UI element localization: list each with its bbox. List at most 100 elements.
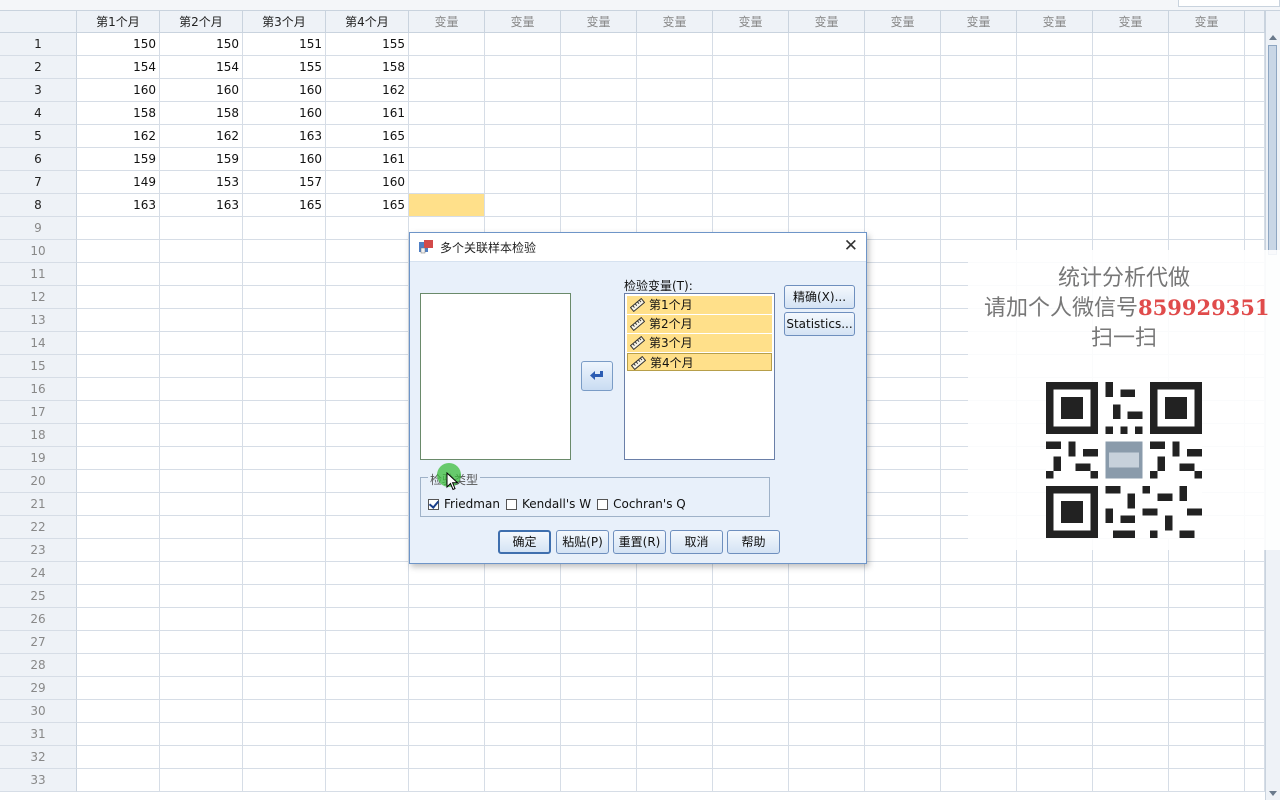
data-cell[interactable]: 154 [77, 56, 160, 79]
scroll-down-icon[interactable] [1269, 791, 1277, 796]
data-cell[interactable] [1017, 631, 1093, 654]
data-cell[interactable] [243, 332, 326, 355]
data-cell[interactable] [1093, 723, 1169, 746]
data-cell[interactable]: 150 [160, 33, 243, 56]
data-cell[interactable] [1093, 677, 1169, 700]
data-cell[interactable]: 165 [326, 194, 409, 217]
data-cell[interactable] [865, 240, 941, 263]
data-cell[interactable] [713, 723, 789, 746]
test-type-option[interactable]: Cochran's Q [597, 497, 686, 511]
data-cell[interactable] [941, 102, 1017, 125]
data-cell[interactable] [485, 723, 561, 746]
row-number[interactable]: 16 [0, 378, 77, 401]
data-cell[interactable] [160, 332, 243, 355]
help-button[interactable]: 帮助 [727, 530, 780, 554]
data-cell[interactable] [326, 378, 409, 401]
data-cell[interactable] [409, 677, 485, 700]
data-cell[interactable] [865, 125, 941, 148]
data-cell[interactable] [485, 102, 561, 125]
row-number[interactable]: 2 [0, 56, 77, 79]
data-cell[interactable] [326, 677, 409, 700]
data-cell[interactable] [485, 654, 561, 677]
data-cell[interactable] [77, 217, 160, 240]
data-cell[interactable] [243, 631, 326, 654]
data-cell[interactable] [713, 194, 789, 217]
data-cell[interactable] [789, 102, 865, 125]
data-cell[interactable] [243, 723, 326, 746]
data-cell[interactable]: 160 [243, 79, 326, 102]
row-number[interactable]: 27 [0, 631, 77, 654]
data-cell[interactable] [409, 631, 485, 654]
data-cell[interactable] [1017, 700, 1093, 723]
data-cell[interactable] [1017, 194, 1093, 217]
data-cell[interactable] [865, 516, 941, 539]
data-cell[interactable] [77, 746, 160, 769]
data-cell[interactable] [561, 723, 637, 746]
data-cell[interactable] [1169, 217, 1245, 240]
row-number[interactable]: 28 [0, 654, 77, 677]
data-cell[interactable] [865, 309, 941, 332]
data-cell[interactable] [243, 654, 326, 677]
data-cell[interactable] [243, 585, 326, 608]
close-icon[interactable]: ✕ [844, 236, 858, 256]
data-cell[interactable] [160, 585, 243, 608]
data-cell[interactable] [637, 723, 713, 746]
data-cell[interactable] [326, 286, 409, 309]
row-number[interactable]: 25 [0, 585, 77, 608]
data-cell[interactable] [865, 33, 941, 56]
data-cell[interactable] [243, 539, 326, 562]
data-cell[interactable] [243, 309, 326, 332]
column-header[interactable]: 变量 [1017, 11, 1093, 33]
data-cell[interactable] [485, 125, 561, 148]
data-cell[interactable] [941, 769, 1017, 792]
data-cell[interactable] [865, 654, 941, 677]
data-cell[interactable] [637, 746, 713, 769]
data-cell[interactable] [789, 56, 865, 79]
column-header[interactable]: 第1个月 [77, 11, 160, 33]
data-cell[interactable] [789, 171, 865, 194]
test-type-option[interactable]: Friedman [428, 497, 500, 511]
data-cell[interactable]: 154 [160, 56, 243, 79]
data-cell[interactable] [326, 723, 409, 746]
data-cell[interactable]: 160 [160, 79, 243, 102]
data-cell[interactable] [865, 700, 941, 723]
data-cell[interactable] [77, 723, 160, 746]
data-cell[interactable] [637, 102, 713, 125]
data-cell[interactable] [326, 562, 409, 585]
data-cell[interactable] [409, 769, 485, 792]
data-cell[interactable] [485, 677, 561, 700]
data-cell[interactable] [713, 769, 789, 792]
data-cell[interactable] [77, 631, 160, 654]
row-number[interactable]: 30 [0, 700, 77, 723]
data-cell[interactable] [1017, 56, 1093, 79]
data-cell[interactable] [865, 470, 941, 493]
data-cell[interactable] [77, 654, 160, 677]
data-cell[interactable] [865, 171, 941, 194]
data-cell[interactable] [941, 125, 1017, 148]
row-number[interactable]: 10 [0, 240, 77, 263]
data-cell[interactable] [1169, 677, 1245, 700]
data-cell[interactable]: 161 [326, 148, 409, 171]
row-number[interactable]: 9 [0, 217, 77, 240]
data-cell[interactable] [789, 33, 865, 56]
data-cell[interactable] [485, 33, 561, 56]
data-cell[interactable] [160, 263, 243, 286]
data-cell[interactable] [1017, 79, 1093, 102]
data-cell[interactable] [1017, 217, 1093, 240]
data-cell[interactable] [485, 746, 561, 769]
data-cell[interactable] [160, 217, 243, 240]
data-cell[interactable] [243, 240, 326, 263]
data-cell[interactable] [326, 332, 409, 355]
data-cell[interactable] [326, 401, 409, 424]
data-cell[interactable] [865, 56, 941, 79]
data-cell[interactable] [789, 562, 865, 585]
data-cell[interactable] [1169, 700, 1245, 723]
data-cell[interactable] [243, 746, 326, 769]
data-cell[interactable] [1017, 677, 1093, 700]
data-cell[interactable] [326, 217, 409, 240]
data-cell[interactable] [326, 769, 409, 792]
exact-button[interactable]: 精确(X)... [784, 285, 855, 309]
row-number[interactable]: 19 [0, 447, 77, 470]
data-cell[interactable] [409, 102, 485, 125]
data-cell[interactable] [160, 723, 243, 746]
